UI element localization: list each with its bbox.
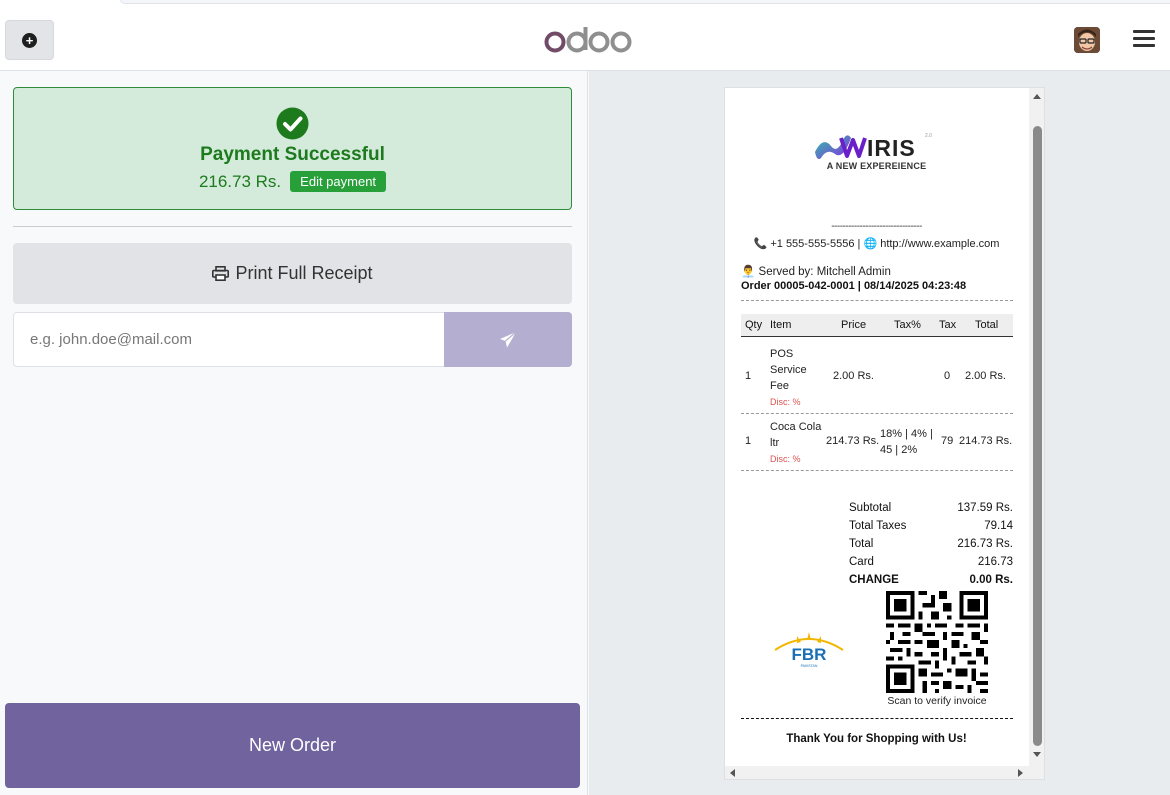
col-total: Total bbox=[975, 319, 999, 331]
receipt-phone: +1 555-555-5556 bbox=[770, 238, 855, 250]
line-total: 214.73 Rs. bbox=[959, 435, 1013, 447]
pos-header: + odoo bbox=[0, 10, 1170, 71]
browser-strip bbox=[0, 0, 1170, 10]
svg-text:FBR: FBR bbox=[792, 645, 827, 664]
receipt-contact: 📞 +1 555-555-5556 | 🌐 http://www.example… bbox=[725, 237, 1028, 250]
paper-plane-icon bbox=[500, 331, 517, 347]
receipt-footer-separator bbox=[741, 718, 1013, 719]
scroll-left-arrow-icon[interactable] bbox=[730, 769, 735, 777]
scrollbar-thumb[interactable] bbox=[1033, 126, 1042, 746]
user-avatar-icon[interactable] bbox=[1074, 27, 1100, 53]
payment-status-title: Payment Successful bbox=[200, 144, 385, 165]
phone-icon: 📞 bbox=[753, 238, 768, 250]
plus-circle-icon: + bbox=[22, 32, 37, 48]
cashier-icon: 👨‍💼 bbox=[741, 266, 756, 278]
line-tax-pct: 18% | 4% | 45 | 2% bbox=[880, 428, 933, 456]
line-price: 2.00 Rs. bbox=[833, 370, 874, 382]
change-row: CHANGE 0.00 Rs. bbox=[849, 574, 1013, 586]
line-item: Coca Cola ltr Disc: % bbox=[770, 419, 821, 467]
receipt-website: http://www.example.com bbox=[880, 238, 1000, 250]
scroll-down-arrow-icon[interactable] bbox=[1033, 752, 1041, 757]
dashed-separator bbox=[741, 470, 1013, 471]
vertical-scrollbar[interactable] bbox=[1029, 88, 1044, 766]
line-discount: Disc: % bbox=[770, 454, 801, 464]
scan-to-verify: Scan to verify invoice bbox=[887, 695, 987, 707]
contact-divider: | bbox=[857, 238, 861, 250]
line-item: POS Service Fee Disc: % bbox=[770, 346, 807, 410]
line-price: 214.73 Rs. bbox=[826, 435, 880, 447]
line-total: 2.00 Rs. bbox=[965, 370, 1006, 382]
scroll-up-arrow-icon[interactable] bbox=[1033, 94, 1041, 99]
receipt: IRIS 2.0 A NEW EXPEREIENCE -------------… bbox=[725, 88, 1028, 766]
receipt-totals: Subtotal 137.59 Rs. Total Taxes 79.14 Tota… bbox=[849, 502, 1013, 592]
qr-code bbox=[886, 591, 988, 693]
totals-row: Total 216.73 Rs. bbox=[849, 538, 1013, 550]
totals-row: Subtotal 137.59 Rs. bbox=[849, 502, 1013, 514]
totals-row: Card 216.73 bbox=[849, 556, 1013, 568]
address-bar bbox=[120, 0, 1170, 4]
col-item: Item bbox=[770, 319, 792, 331]
receipt-preview-panel: IRIS 2.0 A NEW EXPEREIENCE -------------… bbox=[589, 71, 1170, 795]
new-order-button[interactable]: New Order bbox=[5, 703, 580, 788]
thank-you-message: Thank You for Shopping with Us! bbox=[786, 733, 967, 745]
line-tax: 79 bbox=[941, 435, 954, 447]
paid-amount: 216.73 Rs. bbox=[198, 171, 282, 191]
served-by-text: Served by: Mitchell Admin bbox=[758, 266, 891, 278]
col-qty: Qty bbox=[745, 319, 763, 331]
svg-text:2.0: 2.0 bbox=[925, 133, 932, 139]
send-email-button[interactable] bbox=[444, 312, 572, 367]
line-qty: 1 bbox=[745, 370, 752, 382]
dashed-separator bbox=[741, 300, 1013, 301]
print-receipt-button[interactable]: Print Full Receipt bbox=[13, 243, 572, 304]
check-circle-icon bbox=[276, 107, 309, 140]
globe-icon: 🌐 bbox=[863, 238, 878, 250]
hamburger-icon[interactable] bbox=[1133, 30, 1155, 50]
line-qty: 1 bbox=[745, 435, 752, 447]
email-receipt-row bbox=[13, 312, 572, 367]
col-tax-pct: Tax% bbox=[894, 319, 921, 331]
edit-payment-button[interactable]: Edit payment bbox=[290, 171, 387, 192]
payment-success-banner: Payment Successful 216.73 Rs. Edit payme… bbox=[13, 87, 572, 210]
svg-text:IRIS: IRIS bbox=[867, 135, 916, 161]
email-input[interactable] bbox=[13, 312, 445, 367]
divider bbox=[13, 226, 572, 227]
served-by: 👨‍💼 Served by: Mitchell Admin bbox=[741, 264, 891, 278]
line-tax: 0 bbox=[944, 370, 951, 382]
printer-icon bbox=[212, 266, 230, 281]
totals-row: Total Taxes 79.14 bbox=[849, 520, 1013, 532]
order-reference: Order 00005-042-0001 | 08/14/2025 04:23:… bbox=[741, 280, 967, 292]
payment-summary-panel: Payment Successful 216.73 Rs. Edit payme… bbox=[0, 71, 588, 795]
fbr-logo: FBR PAKISTAN bbox=[774, 632, 844, 668]
col-tax: Tax bbox=[939, 319, 957, 331]
svg-text:PAKISTAN: PAKISTAN bbox=[801, 664, 818, 668]
col-price: Price bbox=[841, 319, 867, 331]
receipt-separator: -------------------------------- bbox=[831, 221, 922, 232]
horizontal-scrollbar[interactable] bbox=[725, 766, 1044, 779]
print-receipt-label: Print Full Receipt bbox=[235, 263, 373, 283]
receipt-tagline: A NEW EXPEREIENCE bbox=[826, 161, 927, 171]
new-order-tab-button[interactable]: + bbox=[5, 20, 54, 60]
scroll-right-arrow-icon[interactable] bbox=[1018, 769, 1023, 777]
receipt-frame[interactable]: IRIS 2.0 A NEW EXPEREIENCE -------------… bbox=[724, 87, 1045, 780]
receipt-table-header: Qty Item Price Tax% Tax Total bbox=[741, 314, 1013, 337]
line-discount: Disc: % bbox=[770, 397, 801, 407]
odoo-logo bbox=[544, 27, 632, 53]
payment-amount-row: 216.73 Rs. Edit payment bbox=[14, 171, 571, 192]
dashed-separator bbox=[741, 413, 1013, 414]
